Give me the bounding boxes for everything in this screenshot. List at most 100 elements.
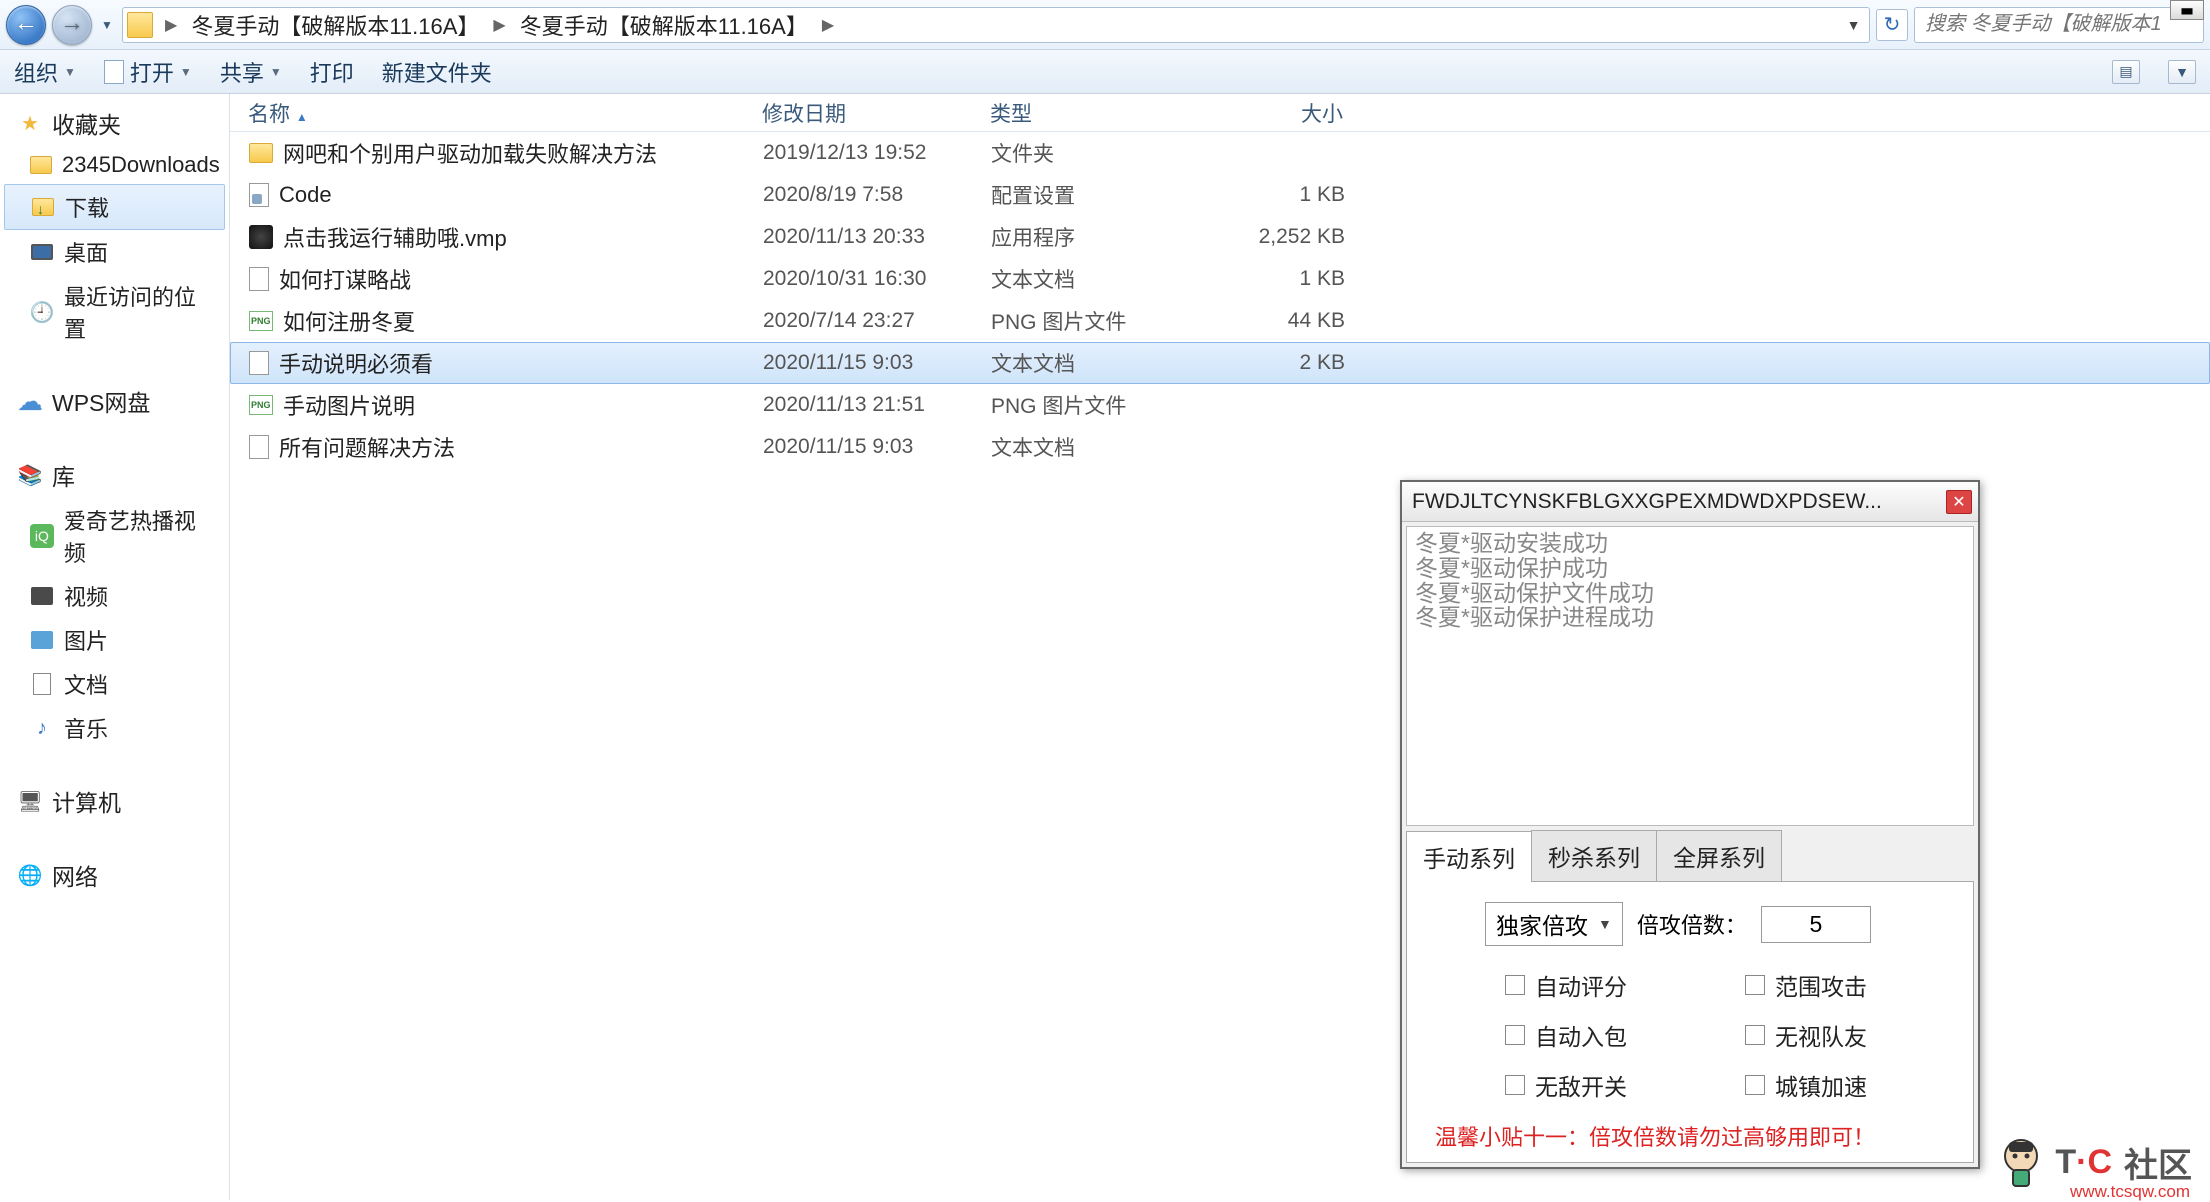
view-options-button[interactable]: ▤ — [2112, 60, 2140, 84]
sidebar-2345downloads[interactable]: 2345Downloads — [0, 146, 229, 184]
tool-title: FWDJLTCYNSKFBLGXXGPEXMDWDXPDSEW... — [1412, 490, 1946, 514]
breadcrumb-segment-1[interactable]: 冬夏手动【破解版本11.16A】 — [185, 7, 485, 43]
refresh-button[interactable]: ↻ — [1876, 9, 1908, 41]
column-type[interactable]: 类型 — [978, 98, 1206, 128]
sidebar-label: 网络 — [52, 858, 98, 892]
sidebar-wps[interactable]: ☁WPS网盘 — [0, 378, 229, 424]
mascot-icon — [1995, 1134, 2047, 1190]
sidebar-pictures[interactable]: 图片 — [0, 618, 229, 662]
sidebar-computer[interactable]: 🖥 计算机 — [0, 778, 229, 824]
checkbox-icon — [1505, 1075, 1525, 1095]
file-row[interactable]: 如何注册冬夏2020/7/14 23:27PNG 图片文件44 KB — [230, 300, 2210, 342]
png-icon — [249, 395, 273, 415]
back-button[interactable]: ← — [6, 5, 46, 45]
check-godmode[interactable]: 无敌开关 — [1505, 1068, 1715, 1102]
computer-icon: 🖥 — [18, 789, 42, 813]
tool-titlebar[interactable]: FWDJLTCYNSKFBLGXXGPEXMDWDXPDSEW... ✕ — [1402, 482, 1978, 522]
chevron-down-icon: ▼ — [1598, 916, 1612, 932]
sidebar-library[interactable]: 📚库 — [0, 452, 229, 498]
sidebar-desktop[interactable]: 桌面 — [0, 230, 229, 274]
column-name[interactable]: 名称 ▲ — [230, 98, 750, 128]
file-row[interactable]: Code2020/8/19 7:58配置设置1 KB — [230, 174, 2210, 216]
file-row[interactable]: 手动说明必须看2020/11/15 9:03文本文档2 KB — [230, 342, 2210, 384]
multiplier-label: 倍攻倍数： — [1637, 908, 1747, 940]
tab-manual[interactable]: 手动系列 — [1406, 831, 1532, 882]
page-icon — [104, 60, 124, 84]
arrow-right-icon: → — [60, 9, 84, 37]
open-label: 打开 — [130, 56, 174, 88]
sidebar-label: 桌面 — [64, 236, 108, 268]
open-menu[interactable]: 打开▼ — [104, 56, 192, 88]
check-auto-score[interactable]: 自动评分 — [1505, 968, 1715, 1002]
file-name: 点击我运行辅助哦.vmp — [283, 221, 507, 253]
chevron-right-icon: ▶ — [816, 15, 840, 35]
window-minimize-button[interactable]: ▃ — [2170, 0, 2204, 20]
chevron-right-icon: ▶ — [159, 15, 183, 35]
multiplier-input[interactable] — [1761, 906, 1871, 943]
chevron-right-icon: ▶ — [487, 15, 511, 35]
tab-instakill[interactable]: 秒杀系列 — [1531, 830, 1657, 881]
sidebar-network[interactable]: 🌐网络 — [0, 852, 229, 898]
tab-fullscreen[interactable]: 全屏系列 — [1656, 830, 1782, 881]
file-row[interactable]: 如何打谋略战2020/10/31 16:30文本文档1 KB — [230, 258, 2210, 300]
file-row[interactable]: 所有问题解决方法2020/11/15 9:03文本文档 — [230, 426, 2210, 468]
sidebar-recent[interactable]: 🕘最近访问的位置 — [0, 274, 229, 350]
file-date: 2019/12/13 19:52 — [751, 141, 979, 165]
breadcrumb-dropdown[interactable]: ▼ — [1841, 9, 1865, 41]
sidebar-favorites[interactable]: ★收藏夹 — [0, 100, 229, 146]
history-dropdown[interactable]: ▼ — [98, 5, 116, 45]
file-size: 1 KB — [1207, 267, 1357, 291]
close-button[interactable]: ✕ — [1946, 490, 1972, 514]
view-dropdown[interactable]: ▼ — [2168, 60, 2196, 84]
sidebar-iqiyi[interactable]: iQ爱奇艺热播视频 — [0, 498, 229, 574]
file-date: 2020/7/14 23:27 — [751, 309, 979, 333]
column-size[interactable]: 大小 — [1206, 98, 1356, 128]
breadcrumb-segment-2[interactable]: 冬夏手动【破解版本11.16A】 — [514, 7, 814, 43]
file-name: 手动图片说明 — [283, 389, 415, 421]
search-input[interactable] — [1914, 7, 2204, 43]
sidebar-video[interactable]: 视频 — [0, 574, 229, 618]
sidebar-music[interactable]: ♪ 音乐 — [0, 706, 229, 750]
file-type: PNG 图片文件 — [979, 306, 1207, 336]
sidebar-label: 音乐 — [64, 712, 108, 744]
file-row[interactable]: 手动图片说明2020/11/13 21:51PNG 图片文件 — [230, 384, 2210, 426]
breadcrumb[interactable]: ▶ 冬夏手动【破解版本11.16A】 ▶ 冬夏手动【破解版本11.16A】 ▶ … — [122, 7, 1870, 43]
file-type: 配置设置 — [979, 180, 1207, 210]
file-size: 1 KB — [1207, 183, 1357, 207]
tip-text: 温馨小贴十一：倍攻倍数请勿过高够用即可！ — [1425, 1116, 1955, 1154]
organize-menu[interactable]: 组织▼ — [14, 56, 76, 88]
exe-icon — [249, 225, 273, 249]
file-name: 网吧和个别用户驱动加载失败解决方法 — [283, 137, 657, 169]
file-name: 如何注册冬夏 — [283, 305, 415, 337]
file-name: 所有问题解决方法 — [279, 431, 455, 463]
check-town-speed[interactable]: 城镇加速 — [1745, 1068, 1955, 1102]
png-icon — [249, 311, 273, 331]
txt-icon — [249, 435, 269, 459]
check-range-attack[interactable]: 范围攻击 — [1745, 968, 1955, 1002]
download-folder-icon — [32, 198, 54, 216]
sidebar-label: 视频 — [64, 580, 108, 612]
share-menu[interactable]: 共享▼ — [220, 56, 282, 88]
sidebar-downloads[interactable]: 下载 — [4, 184, 225, 230]
forward-button[interactable]: → — [52, 5, 92, 45]
star-icon: ★ — [18, 111, 42, 135]
organize-label: 组织 — [14, 56, 58, 88]
tool-panel: 独家倍攻▼ 倍攻倍数： 自动评分 范围攻击 自动入包 无视队友 无敌开关 城镇加… — [1406, 882, 1974, 1163]
print-button[interactable]: 打印 — [310, 56, 354, 88]
newfolder-label: 新建文件夹 — [382, 56, 492, 88]
music-icon: ♪ — [30, 716, 54, 740]
library-icon: 📚 — [18, 463, 42, 487]
column-headers: 名称 ▲ 修改日期 类型 大小 — [230, 94, 2210, 132]
file-row[interactable]: 网吧和个别用户驱动加载失败解决方法2019/12/13 19:52文件夹 — [230, 132, 2210, 174]
sidebar-documents[interactable]: 文档 — [0, 662, 229, 706]
sidebar-label: 计算机 — [52, 784, 121, 818]
file-date: 2020/11/15 9:03 — [751, 351, 979, 375]
desktop-icon — [31, 244, 53, 260]
column-date[interactable]: 修改日期 — [750, 98, 978, 128]
watermark-label: 社区 — [2124, 1138, 2192, 1187]
attack-mode-select[interactable]: 独家倍攻▼ — [1485, 902, 1623, 946]
new-folder-button[interactable]: 新建文件夹 — [382, 56, 492, 88]
file-row[interactable]: 点击我运行辅助哦.vmp2020/11/13 20:33应用程序2,252 KB — [230, 216, 2210, 258]
check-ignore-team[interactable]: 无视队友 — [1745, 1018, 1955, 1052]
check-auto-loot[interactable]: 自动入包 — [1505, 1018, 1715, 1052]
